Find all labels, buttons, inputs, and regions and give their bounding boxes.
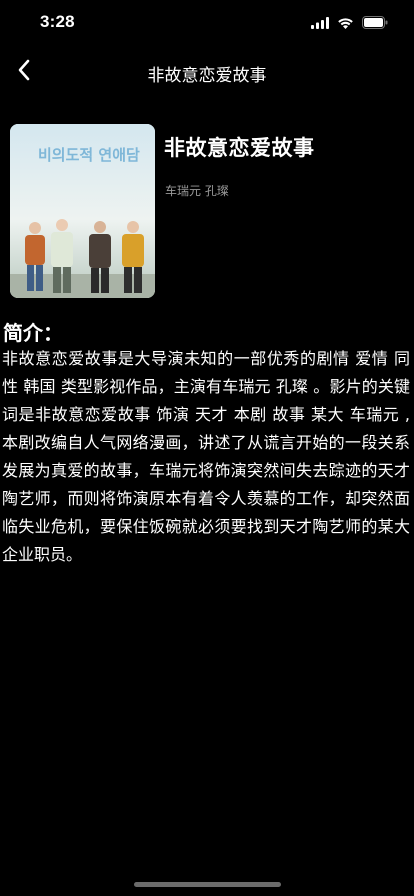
intro-heading: 简介： <box>3 321 63 345</box>
nav-bar: 非故意恋爱故事 <box>0 50 414 94</box>
battery-icon <box>362 14 388 33</box>
movie-title: 非故意恋爱故事 <box>164 136 315 160</box>
movie-poster[interactable]: 비의도적 연애담 <box>10 124 155 298</box>
signal-icon <box>311 14 329 33</box>
status-time: 3:28 <box>40 12 75 31</box>
movie-detail-header: 비의도적 연애담 非故意恋爱故事 车瑞元 孔璨 <box>10 124 404 300</box>
home-indicator[interactable] <box>134 882 281 887</box>
poster-title-text: 비의도적 연애담 <box>38 146 140 164</box>
wifi-icon <box>337 14 354 33</box>
movie-cast: 车瑞元 孔璨 <box>165 184 229 198</box>
status-icons <box>311 14 388 33</box>
intro-body: 非故意恋爱故事是大导演未知的一部优秀的剧情 爱情 同性 韩国 类型影视作品，主演… <box>2 349 410 564</box>
nav-title: 非故意恋爱故事 <box>147 66 267 86</box>
status-bar: 3:28 <box>0 0 414 44</box>
